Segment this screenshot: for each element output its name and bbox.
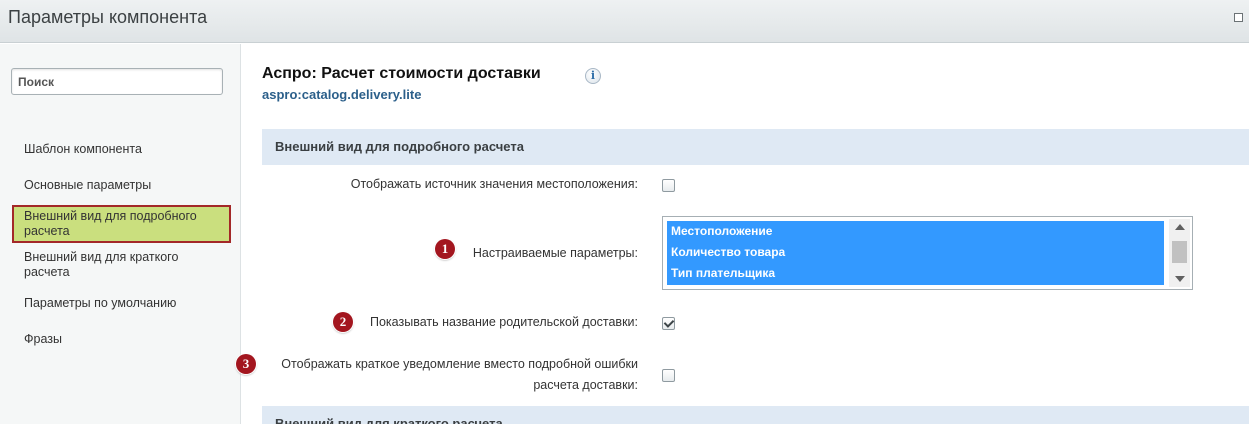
- custom-params-label: Настраиваемые параметры:: [472, 246, 638, 260]
- option-payer-type[interactable]: Тип плательщика: [667, 263, 1164, 284]
- component-code: aspro:catalog.delivery.lite: [262, 87, 422, 102]
- component-title: Аспро: Расчет стоимости доставки: [262, 65, 541, 82]
- main-content: Аспро: Расчет стоимости доставки i aspro…: [236, 44, 1249, 424]
- info-icon[interactable]: i: [585, 68, 601, 84]
- sidebar: Шаблон компонента Основные параметры Вне…: [0, 44, 241, 424]
- short-notice-label-line1: Отображать краткое уведомление вместо по…: [281, 357, 638, 371]
- scroll-down-icon[interactable]: [1175, 276, 1185, 282]
- show-parent-delivery-checkbox[interactable]: [662, 317, 675, 330]
- scroll-up-icon[interactable]: [1175, 224, 1185, 230]
- sidebar-item-template[interactable]: Шаблон компонента: [12, 142, 231, 157]
- marker-2-icon: 2: [333, 312, 353, 332]
- window-title: Параметры компонента: [8, 7, 208, 27]
- show-parent-delivery-label: Показывать название родительской доставк…: [370, 315, 638, 329]
- sidebar-item-phrases[interactable]: Фразы: [12, 332, 231, 347]
- title-bar: Параметры компонента: [0, 0, 1249, 43]
- custom-params-options: Местоположение Количество товара Тип пла…: [667, 221, 1164, 285]
- scroll-thumb[interactable]: [1172, 241, 1187, 263]
- show-location-source-label: Отображать источник значения местоположе…: [350, 177, 638, 191]
- short-notice-label-line2: расчета доставки:: [533, 378, 638, 392]
- sidebar-item-defaults[interactable]: Параметры по умолчанию: [12, 296, 231, 311]
- marker-3-icon: 3: [236, 354, 256, 374]
- maximize-icon[interactable]: [1234, 13, 1243, 22]
- component-params-window: Параметры компонента Шаблон компонента О…: [0, 0, 1249, 424]
- custom-params-multiselect[interactable]: Местоположение Количество товара Тип пла…: [662, 216, 1193, 290]
- multiselect-scrollbar[interactable]: [1169, 219, 1190, 287]
- sidebar-item-main-params[interactable]: Основные параметры: [12, 178, 231, 193]
- section-short-view: Внешний вид для краткого расчета: [262, 406, 1249, 424]
- short-notice-checkbox[interactable]: [662, 369, 675, 382]
- show-location-source-checkbox[interactable]: [662, 179, 675, 192]
- sidebar-item-detailed-view[interactable]: Внешний вид для подробного расчета: [12, 205, 231, 243]
- option-quantity[interactable]: Количество товара: [667, 242, 1164, 263]
- search-input[interactable]: [11, 68, 223, 95]
- option-location[interactable]: Местоположение: [667, 221, 1164, 242]
- sidebar-item-short-view[interactable]: Внешний вид для краткого расчета: [12, 250, 231, 280]
- section-detailed-view: Внешний вид для подробного расчета: [262, 129, 1249, 165]
- marker-1-icon: 1: [435, 239, 455, 259]
